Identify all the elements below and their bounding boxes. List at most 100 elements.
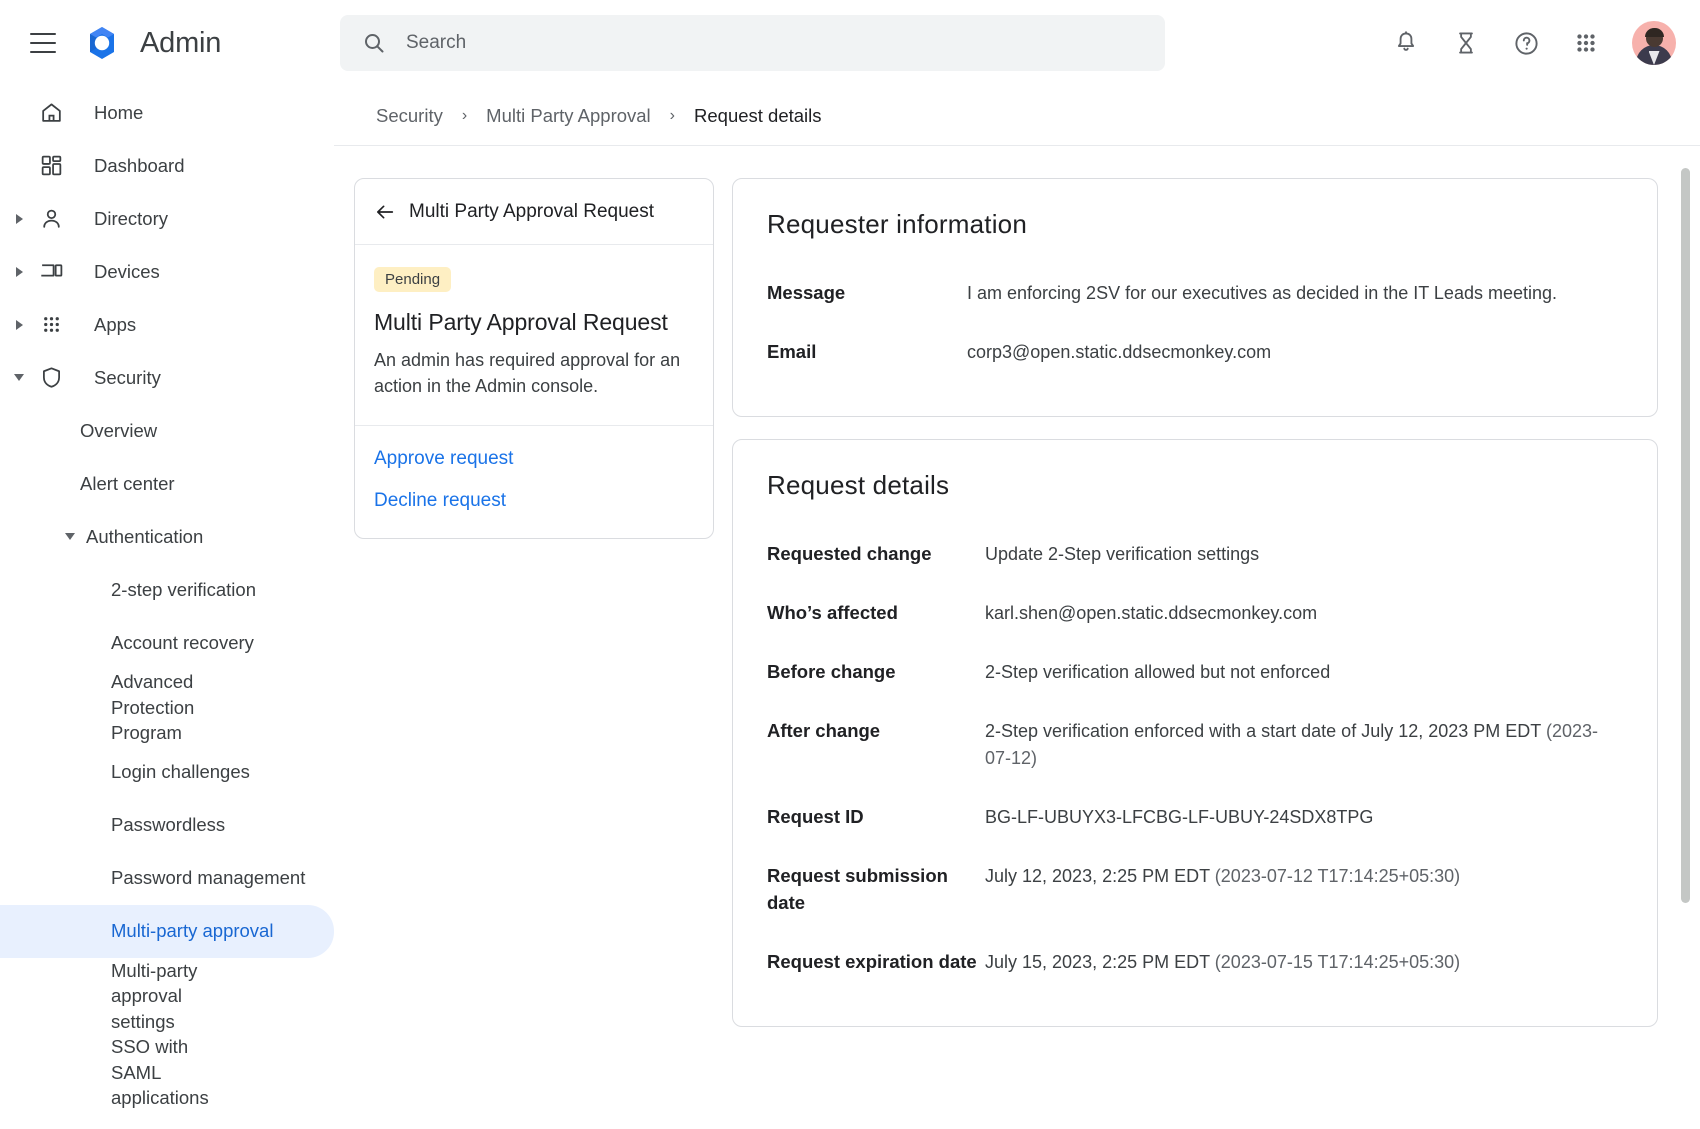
apps-dots-icon	[38, 312, 64, 338]
row-label: Request expiration date	[767, 949, 985, 976]
row-label: Message	[767, 280, 967, 307]
table-row: Email corp3@open.static.ddsecmonkey.com	[767, 323, 1623, 382]
sidebar-item-security[interactable]: Security	[0, 351, 334, 404]
hamburger-menu-icon[interactable]	[30, 33, 56, 53]
main-content: Security › Multi Party Approval › Reques…	[334, 86, 1700, 1129]
row-value: BG-LF-UBUYX3-LFCBG-LF-UBUY-24SDX8TPG	[985, 804, 1623, 831]
google-admin-logo-icon	[83, 24, 121, 62]
search-input[interactable]	[406, 32, 1165, 54]
sidebar-item-multi-party-approval-settings[interactable]: Multi-party approval settings	[0, 958, 334, 1035]
row-value: corp3@open.static.ddsecmonkey.com	[967, 339, 1623, 366]
row-label: Request ID	[767, 804, 985, 831]
chevron-right-icon[interactable]	[4, 320, 34, 330]
home-icon	[38, 100, 64, 126]
sidebar-item-alert-center[interactable]: Alert center	[0, 457, 334, 510]
page-scrollbar-thumb[interactable]	[1681, 168, 1690, 903]
approve-request-button[interactable]: Approve request	[374, 448, 691, 470]
sidebar-item-login-challenges[interactable]: Login challenges	[0, 746, 334, 799]
row-value-text: BG-LF-UBUYX3-LFCBG-LF-UBUY-24SDX8TPG	[985, 807, 1373, 827]
table-row: After change 2-Step verification enforce…	[767, 702, 1623, 788]
card-title: Multi Party Approval Request	[374, 309, 691, 336]
chevron-down-icon[interactable]	[58, 533, 82, 540]
row-value-text: 2-Step verification allowed but not enfo…	[985, 662, 1330, 682]
requester-information-title: Requester information	[767, 209, 1623, 240]
sidebar-item-sso-with-saml-applications[interactable]: SSO with SAML applications	[0, 1034, 334, 1111]
sidebar-sub-label: Passwordless	[111, 812, 225, 838]
user-avatar[interactable]	[1632, 21, 1676, 65]
sidebar-item-overview[interactable]: Overview	[0, 404, 334, 457]
table-row: Request expiration date July 15, 2023, 2…	[767, 933, 1623, 992]
card-actions: Approve request Decline request	[355, 426, 713, 538]
breadcrumb-item-request-details: Request details	[694, 105, 822, 127]
back-arrow-icon[interactable]	[374, 201, 396, 223]
sidebar-item-label: Directory	[94, 208, 168, 230]
row-value-text: Update 2-Step verification settings	[985, 544, 1259, 564]
sidebar-item-label: Security	[94, 367, 161, 389]
sidebar-sub-label: Alert center	[80, 471, 175, 497]
chevron-down-icon[interactable]	[4, 374, 34, 381]
row-value-text: karl.shen@open.static.ddsecmonkey.com	[985, 603, 1317, 623]
row-label: Who’s affected	[767, 600, 985, 627]
chevron-right-icon[interactable]	[4, 214, 34, 224]
row-label: Email	[767, 339, 967, 366]
breadcrumb-item-security[interactable]: Security	[376, 105, 443, 127]
row-label: Request submission date	[767, 863, 985, 917]
details-column: Requester information Message I am enfor…	[732, 178, 1658, 1129]
row-label: Before change	[767, 659, 985, 686]
row-value-text: July 15, 2023, 2:25 PM EDT	[985, 952, 1215, 972]
request-details-card: Request details Requested change Update …	[732, 439, 1658, 1027]
row-value-muted: (2023-07-12 T17:14:25+05:30)	[1215, 866, 1460, 886]
sidebar-item-2-step-verification[interactable]: 2-step verification	[0, 563, 334, 616]
sidebar-item-label: Devices	[94, 261, 160, 283]
request-details-title: Request details	[767, 470, 1623, 501]
breadcrumb-item-multi-party-approval[interactable]: Multi Party Approval	[486, 105, 651, 127]
sidebar-item-home[interactable]: Home	[0, 86, 334, 139]
sidebar-item-multi-party-approval[interactable]: Multi-party approval	[0, 905, 334, 958]
requester-information-card: Requester information Message I am enfor…	[732, 178, 1658, 417]
table-row: Who’s affected karl.shen@open.static.dds…	[767, 584, 1623, 643]
chevron-right-icon[interactable]	[4, 267, 34, 277]
decline-request-button[interactable]: Decline request	[374, 490, 691, 512]
row-value: karl.shen@open.static.ddsecmonkey.com	[985, 600, 1623, 627]
card-body: Pending Multi Party Approval Request An …	[355, 245, 713, 426]
breadcrumb-separator: ›	[462, 107, 467, 125]
status-badge: Pending	[374, 267, 451, 292]
top-bar-actions	[1384, 0, 1676, 86]
sidebar-sub-label: Overview	[80, 418, 157, 444]
sidebar-item-authentication[interactable]: Authentication	[0, 510, 334, 563]
sidebar-item-dashboard[interactable]: Dashboard	[0, 139, 334, 192]
row-value: I am enforcing 2SV for our executives as…	[967, 280, 1623, 307]
panels-container: Multi Party Approval Request Pending Mul…	[334, 146, 1700, 1129]
brand-area[interactable]: Admin	[83, 24, 221, 62]
notifications-button[interactable]	[1384, 21, 1428, 65]
sidebar-item-apps[interactable]: Apps	[0, 298, 334, 351]
apps-grid-button[interactable]	[1564, 21, 1608, 65]
row-value-muted: (2023-07-15 T17:14:25+05:30)	[1215, 952, 1460, 972]
row-value: July 15, 2023, 2:25 PM EDT (2023-07-15 T…	[985, 949, 1623, 976]
card-back-header[interactable]: Multi Party Approval Request	[355, 179, 713, 245]
sidebar-item-password-management[interactable]: Password management	[0, 852, 334, 905]
card-description: An admin has required approval for an ac…	[374, 348, 691, 399]
sidebar-item-directory[interactable]: Directory	[0, 192, 334, 245]
row-value: 2-Step verification allowed but not enfo…	[985, 659, 1623, 686]
sidebar-item-passwordless[interactable]: Passwordless	[0, 799, 334, 852]
sidebar-item-account-recovery[interactable]: Account recovery	[0, 616, 334, 669]
breadcrumb-separator: ›	[670, 107, 675, 125]
sidebar-sub-label: Multi-party approval	[111, 918, 273, 944]
help-button[interactable]	[1504, 21, 1548, 65]
sidebar-item-devices[interactable]: Devices	[0, 245, 334, 298]
row-value-text: 2-Step verification enforced with a star…	[985, 721, 1546, 741]
requester-information-rows: Message I am enforcing 2SV for our execu…	[767, 264, 1623, 382]
table-row: Message I am enforcing 2SV for our execu…	[767, 264, 1623, 323]
approval-request-card: Multi Party Approval Request Pending Mul…	[354, 178, 714, 539]
dashboard-icon	[38, 153, 64, 179]
sidebar-navigation: Home Dashboard Directory	[0, 86, 334, 1129]
sidebar-sub-label: Authentication	[86, 526, 203, 548]
sidebar-sub-label: Advanced Protection Program	[111, 669, 248, 746]
pending-tasks-button[interactable]	[1444, 21, 1488, 65]
sidebar-sub-label: Multi-party approval settings	[111, 958, 228, 1035]
sidebar-item-advanced-protection-program[interactable]: Advanced Protection Program	[0, 669, 334, 746]
search-bar[interactable]	[340, 15, 1165, 71]
breadcrumb: Security › Multi Party Approval › Reques…	[334, 86, 1700, 146]
sidebar-item-label: Apps	[94, 314, 136, 336]
